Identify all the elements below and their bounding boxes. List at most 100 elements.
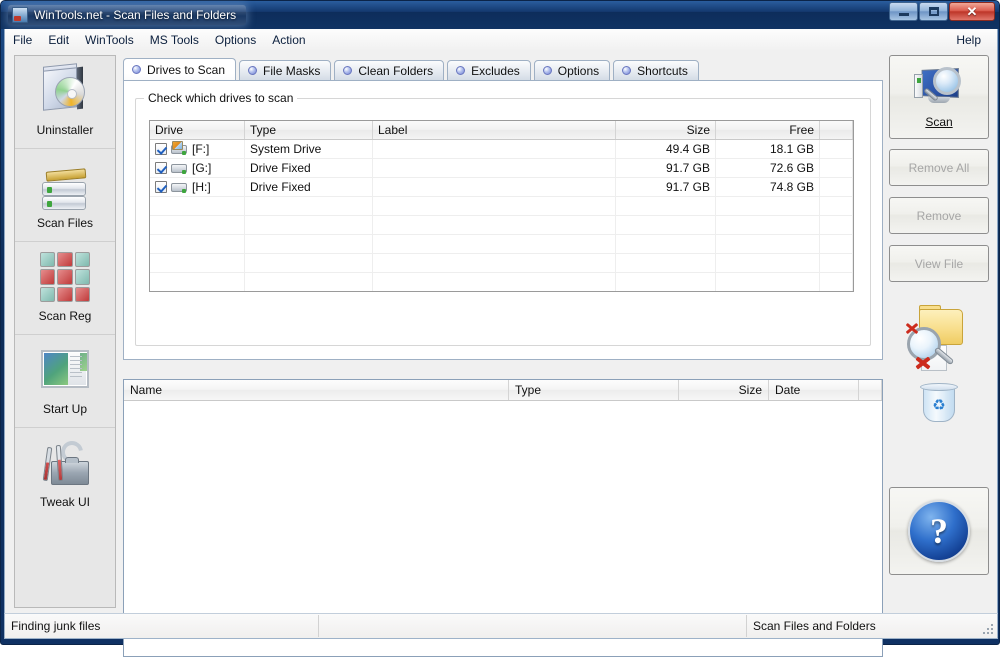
table-row-empty xyxy=(150,273,853,291)
table-row[interactable]: [G:] Drive Fixed 91.7 GB 72.6 GB xyxy=(150,159,853,178)
sidebar: Uninstaller Scan Files Scan Reg Start Up… xyxy=(14,55,116,608)
tab-panel-drives-to-scan: Check which drives to scan Drive Type La… xyxy=(123,80,883,360)
table-row[interactable]: [H:] Drive Fixed 91.7 GB 74.8 GB xyxy=(150,178,853,197)
help-button[interactable]: ? xyxy=(889,487,989,575)
menu-item-action[interactable]: Action xyxy=(264,31,313,49)
recycle-bin-icon: ♻ xyxy=(917,380,963,432)
tab-options[interactable]: Options xyxy=(533,60,611,81)
tab-excludes[interactable]: Excludes xyxy=(447,60,531,81)
cell-drive-text: [G:] xyxy=(192,161,212,175)
row-checkbox[interactable] xyxy=(155,143,167,155)
cell-size: 91.7 GB xyxy=(616,178,716,197)
column-header-type[interactable]: Type xyxy=(509,380,679,400)
column-header-size[interactable]: Size xyxy=(679,380,769,400)
scan-button[interactable]: Scan xyxy=(889,55,989,139)
row-checkbox[interactable] xyxy=(155,181,167,193)
remove-all-button[interactable]: Remove All xyxy=(889,149,989,186)
menu-item-edit[interactable]: Edit xyxy=(40,31,77,49)
cell-label xyxy=(373,178,616,197)
cell-type: Drive Fixed xyxy=(245,178,373,197)
cell-free: 18.1 GB xyxy=(716,140,820,159)
tab-label: Options xyxy=(557,63,600,78)
tab-shortcuts[interactable]: Shortcuts xyxy=(613,60,699,81)
cell-drive[interactable]: [G:] xyxy=(150,159,245,178)
drives-groupbox: Check which drives to scan Drive Type La… xyxy=(135,91,871,346)
tab-clean-folders[interactable]: Clean Folders xyxy=(334,60,445,81)
startup-icon xyxy=(37,342,93,398)
sidebar-item-label: Tweak UI xyxy=(39,495,90,509)
column-header-name[interactable]: Name xyxy=(124,380,509,400)
column-header-label[interactable]: Label xyxy=(373,121,616,139)
fixed-drive-icon xyxy=(171,181,187,194)
sidebar-item-label: Scan Reg xyxy=(38,309,92,323)
cell-drive[interactable]: [F:] xyxy=(150,140,245,159)
tab-drives-to-scan[interactable]: Drives to Scan xyxy=(123,58,237,81)
title-bar: WinTools.net - Scan Files and Folders ✕ xyxy=(1,1,999,29)
sidebar-item-scan-files[interactable]: Scan Files xyxy=(15,149,115,242)
menu-item-file[interactable]: File xyxy=(5,31,40,49)
menu-item-wintools[interactable]: WinTools xyxy=(77,31,142,49)
close-icon: ✕ xyxy=(966,4,978,19)
column-header-size[interactable]: Size xyxy=(616,121,716,139)
tab-bullet-icon xyxy=(456,66,466,75)
cell-label xyxy=(373,140,616,159)
menu-item-options[interactable]: Options xyxy=(207,31,264,49)
resize-grip-icon[interactable] xyxy=(981,622,995,636)
maximize-icon xyxy=(928,7,939,16)
sidebar-item-label: Start Up xyxy=(42,402,87,416)
table-row-empty xyxy=(150,216,853,235)
column-header-free[interactable]: Free xyxy=(716,121,820,139)
application-window: WinTools.net - Scan Files and Folders ✕ … xyxy=(0,0,1000,657)
cell-free: 74.8 GB xyxy=(716,178,820,197)
sidebar-item-scan-reg[interactable]: Scan Reg xyxy=(15,242,115,335)
tab-file-masks[interactable]: File Masks xyxy=(239,60,332,81)
cell-drive-text: [H:] xyxy=(192,180,211,194)
table-row-empty xyxy=(150,235,853,254)
cell-type: System Drive xyxy=(245,140,373,159)
status-middle xyxy=(319,615,747,637)
scan-magnifier-icon xyxy=(911,66,967,114)
action-panel: Scan Remove All Remove View File ♻ ? xyxy=(889,55,991,608)
menu-bar: File Edit WinTools MS Tools Options Acti… xyxy=(4,29,998,50)
minimize-icon xyxy=(898,13,909,16)
maximize-button[interactable] xyxy=(919,2,948,21)
sidebar-item-uninstaller[interactable]: Uninstaller xyxy=(15,56,115,149)
tab-label: File Masks xyxy=(263,63,321,78)
drives-groupbox-title: Check which drives to scan xyxy=(144,91,298,105)
column-header-type[interactable]: Type xyxy=(245,121,373,139)
remove-button-label: Remove xyxy=(916,208,962,223)
menu-item-help[interactable]: Help xyxy=(948,31,989,49)
scan-button-label: Scan xyxy=(925,114,953,129)
tab-label: Shortcuts xyxy=(637,63,688,78)
remove-all-button-label: Remove All xyxy=(908,160,970,175)
drives-grid[interactable]: Drive Type Label Size Free [F:] System D… xyxy=(149,120,854,292)
remove-button[interactable]: Remove xyxy=(889,197,989,234)
status-right: Scan Files and Folders xyxy=(753,619,876,633)
sidebar-item-label: Scan Files xyxy=(36,216,94,230)
title-bar-caption: WinTools.net - Scan Files and Folders xyxy=(8,5,247,25)
close-button[interactable]: ✕ xyxy=(949,2,995,21)
column-header-spacer[interactable] xyxy=(859,380,882,400)
cell-spacer xyxy=(820,159,853,178)
drives-grid-body: [F:] System Drive 49.4 GB 18.1 GB [G:] D… xyxy=(150,140,853,291)
folder-search-delete-icon xyxy=(903,305,977,379)
row-checkbox[interactable] xyxy=(155,162,167,174)
column-header-drive[interactable]: Drive xyxy=(150,121,245,139)
table-row-empty xyxy=(150,197,853,216)
sidebar-item-tweak-ui[interactable]: Tweak UI xyxy=(15,428,115,521)
system-drive-icon xyxy=(171,140,187,156)
tab-strip: Drives to Scan File Masks Clean Folders … xyxy=(123,58,883,81)
cell-label xyxy=(373,159,616,178)
minimize-button[interactable] xyxy=(889,2,918,21)
view-file-button[interactable]: View File xyxy=(889,245,989,282)
client-area: Uninstaller Scan Files Scan Reg Start Up… xyxy=(4,50,998,657)
column-header-date[interactable]: Date xyxy=(769,380,859,400)
table-row[interactable]: [F:] System Drive 49.4 GB 18.1 GB xyxy=(150,140,853,159)
column-header-spacer[interactable] xyxy=(820,121,853,139)
menu-item-ms-tools[interactable]: MS Tools xyxy=(142,31,207,49)
window-title: WinTools.net - Scan Files and Folders xyxy=(34,8,237,22)
cell-drive[interactable]: [H:] xyxy=(150,178,245,197)
cell-size: 49.4 GB xyxy=(616,140,716,159)
tab-label: Drives to Scan xyxy=(147,62,226,77)
sidebar-item-start-up[interactable]: Start Up xyxy=(15,335,115,428)
